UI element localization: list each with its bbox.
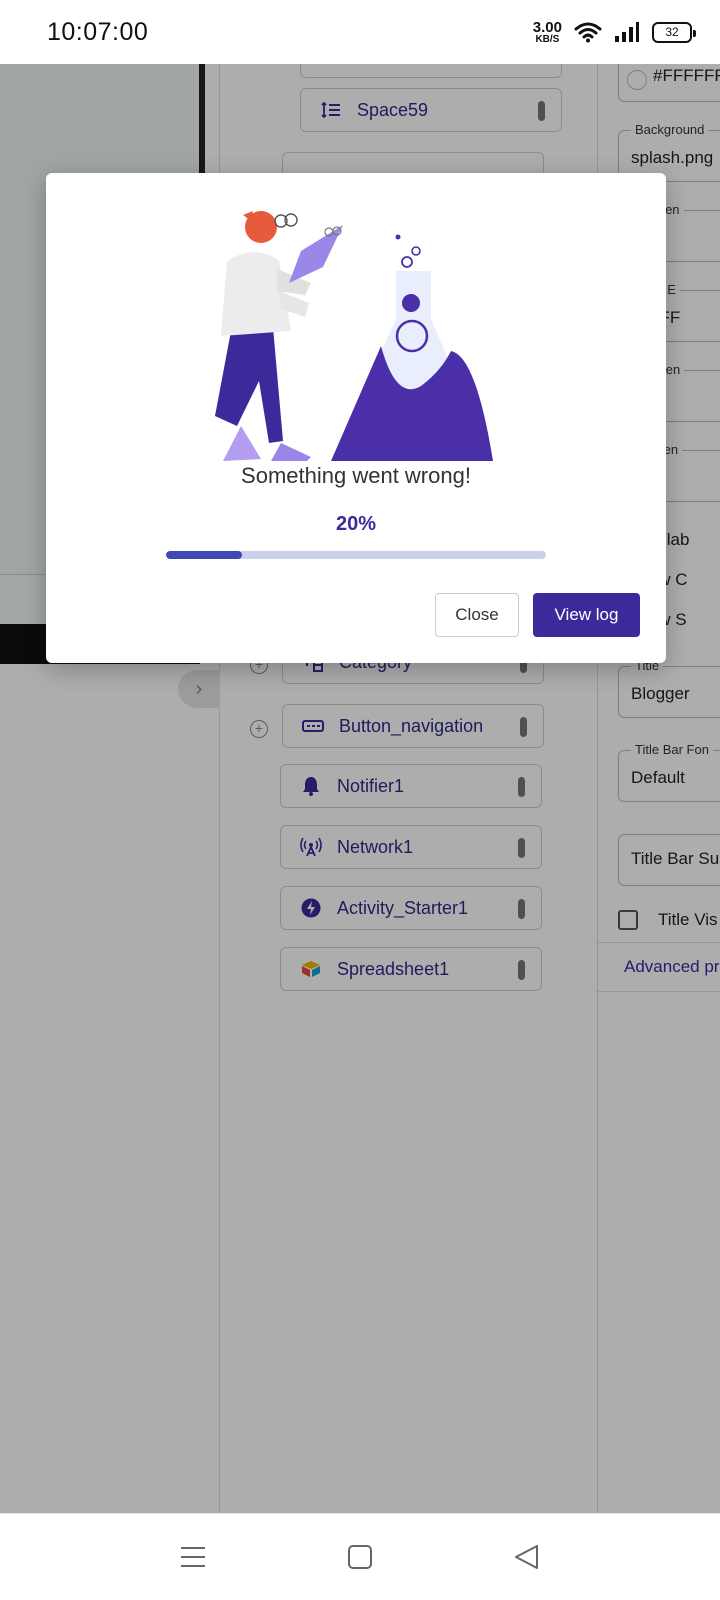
progress-bar — [166, 551, 546, 559]
home-button[interactable] — [330, 1527, 390, 1587]
signal-icon — [615, 22, 639, 42]
network-speed-value: 3.00 — [532, 18, 562, 36]
status-bar: 10:07:00 3.00 KB/S 32 — [0, 0, 720, 64]
progress-fill — [166, 551, 242, 559]
wifi-icon — [574, 22, 602, 43]
menu-icon — [181, 1547, 206, 1567]
home-icon — [347, 1545, 372, 1569]
view-log-button[interactable]: View log — [533, 593, 640, 637]
back-button[interactable] — [497, 1527, 557, 1587]
network-speed-unit: KB/S — [535, 33, 560, 45]
system-navigation-bar — [0, 1513, 720, 1600]
back-icon — [514, 1545, 538, 1569]
battery-icon: 32 — [652, 21, 696, 43]
battery-level: 32 — [665, 25, 679, 39]
error-dialog: Something went wrong! 20% Close View log — [46, 173, 666, 663]
dialog-title: Something went wrong! — [241, 463, 471, 488]
status-icons: 3.00 KB/S 32 — [533, 20, 696, 45]
progress-percent: 20% — [335, 513, 377, 535]
close-button[interactable]: Close — [435, 593, 519, 637]
menu-button[interactable] — [163, 1527, 223, 1587]
network-speed: 3.00 KB/S — [533, 20, 562, 45]
scientist-illustration — [215, 211, 493, 461]
status-time: 10:07:00 — [47, 17, 149, 46]
